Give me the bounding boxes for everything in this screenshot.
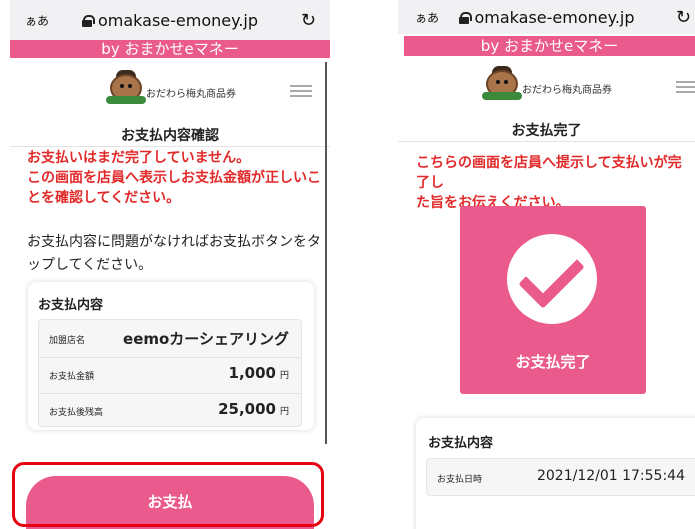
warning-line: お支払いはまだ完了していません。 [27,150,251,166]
mascot-leaf [482,92,522,100]
payment-instructions: お支払内容に問題がなければお支払ボタンをタ ップしてください。 [27,231,321,277]
details-table: お支払日時 2021/12/01 17:55:44 [426,458,695,496]
byline-banner: by おまかせeマネー [404,36,695,56]
table-row: お支払日時 2021/12/01 17:55:44 [427,459,695,497]
payment-complete-panel: お支払完了 [460,206,646,394]
mascot-leaf [106,96,146,104]
page-scrollbar[interactable] [325,62,327,444]
row-value: eemoカーシェアリング [123,330,289,348]
mascot-eye [504,80,508,84]
url-display[interactable]: omakase-emoney.jp [10,11,330,30]
completion-notice: こちらの画面を店員へ提示して支払いが完了し た旨をお伝えください。 [416,153,695,213]
hamburger-menu-icon[interactable] [290,85,312,97]
table-row: 加盟店名 eemoカーシェアリング [39,320,301,358]
row-key: お支払金額 [49,372,95,382]
title-divider [10,146,330,147]
payment-details-card: お支払内容 お支払日時 2021/12/01 17:55:44 [416,418,695,529]
screenshot-stage: ぁあ omakase-emoney.jp ↻ by おまかせeマネー おだわら梅… [0,0,695,529]
currency-unit: 円 [279,407,289,417]
browser-address-bar[interactable]: ぁあ omakase-emoney.jp ↻ [398,0,695,34]
card-title: お支払内容 [38,298,104,313]
brand-name: おだわら梅丸商品券 [146,89,236,100]
check-icon [507,234,597,324]
hamburger-menu-icon[interactable] [676,81,695,93]
title-divider [398,141,695,142]
reload-icon[interactable]: ↻ [676,7,691,28]
warning-line: とを確認してください。 [27,190,181,206]
url-display[interactable]: omakase-emoney.jp [398,8,695,27]
site-header: おだわら梅丸商品券 [10,62,330,120]
instruction-line: お支払内容に問題がなければお支払ボタンをタ [27,234,321,250]
row-value: 2021/12/01 17:55:44 [536,468,685,484]
url-text: omakase-emoney.jp [474,7,635,27]
pay-button-highlight [12,462,324,527]
currency-unit: 円 [279,371,289,381]
mascot-eye [496,80,500,84]
row-key: お支払日時 [437,475,483,485]
warning-line: この画面を店員へ表示しお支払金額が正しいこ [27,170,321,186]
url-text: omakase-emoney.jp [98,10,258,30]
lock-icon [458,11,472,24]
table-row: お支払金額 1,000 円 [39,356,301,394]
mascot-eye [120,84,124,88]
page-title: お支払完了 [511,123,582,139]
confirm-screen: ぁあ omakase-emoney.jp ↻ by おまかせeマネー おだわら梅… [10,0,330,529]
row-key: 加盟店名 [49,336,86,346]
payment-details-card: お支払内容 加盟店名 eemoカーシェアリング お支払金額 1,000 円 お支払… [28,282,314,430]
byline-banner: by おまかせeマネー [10,40,330,58]
row-key: お支払後残高 [49,408,104,418]
complete-screen: ぁあ omakase-emoney.jp ↻ by おまかせeマネー おだわら梅… [398,0,695,529]
mascot-logo[interactable] [106,70,146,104]
complete-label: お支払完了 [515,353,591,371]
notice-line: こちらの画面を店員へ提示して支払いが完了し [416,155,682,191]
mascot-logo[interactable] [482,66,522,100]
page-title: お支払内容確認 [121,128,219,144]
site-header: おだわら梅丸商品券 [398,58,695,116]
card-title: お支払内容 [428,436,494,451]
table-row: お支払後残高 25,000 円 [39,392,301,430]
row-value: 25,000 円 [218,400,289,418]
lock-icon [82,14,95,27]
row-value: 1,000 円 [228,364,289,382]
mascot-eye [128,84,132,88]
reload-icon[interactable]: ↻ [301,10,316,31]
instruction-line: ップしてください。 [27,257,153,273]
brand-name: おだわら梅丸商品券 [522,85,612,96]
browser-address-bar[interactable]: ぁあ omakase-emoney.jp ↻ [10,0,330,40]
details-table: 加盟店名 eemoカーシェアリング お支払金額 1,000 円 お支払後残高 25… [38,319,302,427]
payment-warning: お支払いはまだ完了していません。 この画面を店員へ表示しお支払金額が正しいこ と… [27,148,321,208]
